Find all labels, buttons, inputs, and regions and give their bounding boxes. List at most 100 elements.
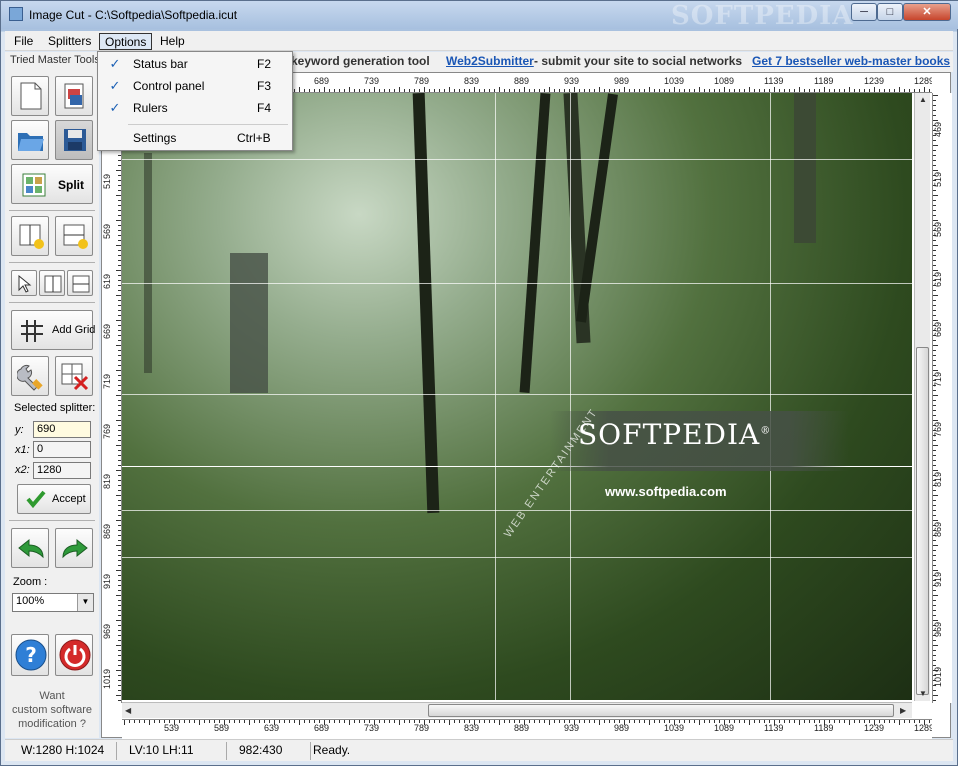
add-horizontal-splitter-button[interactable] (55, 216, 93, 256)
split-button[interactable]: Split (11, 164, 93, 204)
x1-field[interactable]: 0 (33, 441, 91, 458)
open-button[interactable] (11, 120, 49, 160)
promo-line-3[interactable]: modification ? (5, 718, 99, 730)
ruler-tick (294, 89, 295, 92)
open-image-button[interactable] (55, 76, 93, 116)
undo-button[interactable] (11, 528, 49, 568)
ruler-tick (429, 720, 430, 723)
tree-trunk (519, 93, 551, 393)
ruler-label: 1189 (814, 76, 834, 86)
horizontal-scroll-thumb[interactable] (428, 704, 894, 717)
ruler-tick (329, 720, 330, 723)
vertical-scrollbar[interactable]: ▲ ▼ (914, 93, 930, 701)
add-grid-button[interactable]: Add Grid (11, 310, 95, 350)
ruler-label: 789 (414, 76, 430, 86)
menu-file[interactable]: File (9, 33, 38, 50)
ruler-tick (589, 89, 590, 92)
web2submitter-link[interactable]: Web2Submitter (446, 54, 534, 68)
menu-item-rulers[interactable]: ✓ Rulers F4 (100, 98, 290, 118)
menu-splitters[interactable]: Splitters (43, 33, 96, 50)
delete-splitter-button[interactable] (55, 356, 93, 396)
new-button[interactable] (11, 76, 49, 116)
scroll-up-icon[interactable]: ▲ (919, 95, 927, 104)
splitter-v[interactable] (495, 93, 496, 700)
image-file-icon (64, 83, 84, 109)
scroll-right-icon[interactable]: ▶ (900, 706, 906, 715)
y-field[interactable]: 690 (33, 421, 91, 438)
add-vertical-splitter-button[interactable] (11, 216, 49, 256)
ruler-label: 619 (102, 273, 112, 289)
ruler-tick (933, 555, 936, 556)
ruler-tick (118, 630, 121, 631)
ruler-tick (118, 660, 121, 661)
bestseller-link[interactable]: Get 7 bestseller web-master books (752, 54, 950, 68)
ruler-tick (118, 275, 121, 276)
menu-options[interactable]: Options (99, 33, 153, 50)
splitter-h[interactable] (122, 394, 912, 395)
ruler-label: 869 (933, 521, 943, 537)
ruler-tick (444, 720, 445, 723)
ruler-tick (779, 89, 780, 92)
image-canvas[interactable]: SOFTPEDIA® www.softpedia.com WEB ENTERTA… (122, 93, 912, 700)
folder-open-icon (18, 133, 44, 151)
ruler-tick (344, 720, 345, 723)
ruler-tick (509, 89, 510, 92)
ruler-tick (118, 440, 121, 441)
menu-item-settings[interactable]: Settings Ctrl+B (100, 128, 290, 148)
ruler-tick (118, 590, 121, 591)
horizontal-line-tool-button[interactable] (67, 270, 93, 296)
splitter-v[interactable] (770, 93, 771, 700)
ruler-tick (116, 270, 121, 271)
ruler-label: 1039 (664, 723, 685, 733)
zoom-select[interactable]: 100% ▼ (12, 593, 94, 612)
exit-button[interactable] (55, 634, 93, 676)
close-button[interactable]: ✕ (903, 3, 951, 21)
select-tool-button[interactable] (11, 270, 37, 296)
promo-line-2[interactable]: custom software (5, 704, 99, 716)
redo-button[interactable] (55, 528, 93, 568)
maximize-button[interactable]: □ (877, 3, 903, 21)
menu-item-shortcut: Ctrl+B (237, 131, 271, 145)
ruler-tick (759, 720, 760, 723)
menu-separator (128, 124, 288, 125)
ruler-tick (933, 590, 936, 591)
ruler-tick (439, 720, 440, 723)
ruler-tick (118, 530, 121, 531)
accept-button[interactable]: Accept (17, 484, 91, 514)
horizontal-scrollbar[interactable]: ◀ ▶ (122, 702, 912, 718)
ruler-tick (234, 720, 235, 723)
keyword-tool-link[interactable]: keyword generation tool (291, 54, 430, 68)
settings-tool-button[interactable] (11, 356, 49, 396)
ruler-tick (444, 89, 445, 92)
ruler-tick (933, 270, 938, 271)
scroll-down-icon[interactable]: ▼ (919, 689, 927, 698)
ruler-tick (118, 500, 121, 501)
ruler-tick (549, 87, 550, 92)
scroll-left-icon[interactable]: ◀ (125, 706, 131, 715)
splitter-h[interactable] (122, 557, 912, 558)
splitter-h[interactable] (122, 283, 912, 284)
ruler-tick (118, 310, 121, 311)
menu-item-status-bar[interactable]: ✓ Status bar F2 (100, 54, 290, 74)
save-button[interactable] (55, 120, 93, 160)
ruler-tick (116, 445, 121, 446)
title-bar[interactable]: SOFTPEDIA Image Cut - C:\Softpedia\Softp… (1, 1, 958, 29)
minimize-button[interactable]: ─ (851, 3, 877, 21)
vertical-line-tool-button[interactable] (39, 270, 65, 296)
ruler-tick (118, 160, 121, 161)
chevron-down-icon[interactable]: ▼ (77, 594, 93, 611)
vertical-scroll-thumb[interactable] (916, 347, 929, 695)
ruler-tick (289, 720, 290, 723)
menu-help[interactable]: Help (155, 33, 190, 50)
splitter-h[interactable] (122, 159, 912, 160)
x2-field[interactable]: 1280 (33, 462, 91, 479)
ruler-tick (933, 405, 936, 406)
promo-line-1[interactable]: Want (5, 690, 99, 702)
ruler-label: 469 (933, 121, 943, 137)
menu-item-control-panel[interactable]: ✓ Control panel F3 (100, 76, 290, 96)
ruler-tick (509, 720, 510, 723)
help-button[interactable]: ? (11, 634, 49, 676)
ruler-label: 619 (933, 271, 943, 287)
splitter-v[interactable] (570, 93, 571, 700)
ruler-tick (699, 87, 700, 92)
